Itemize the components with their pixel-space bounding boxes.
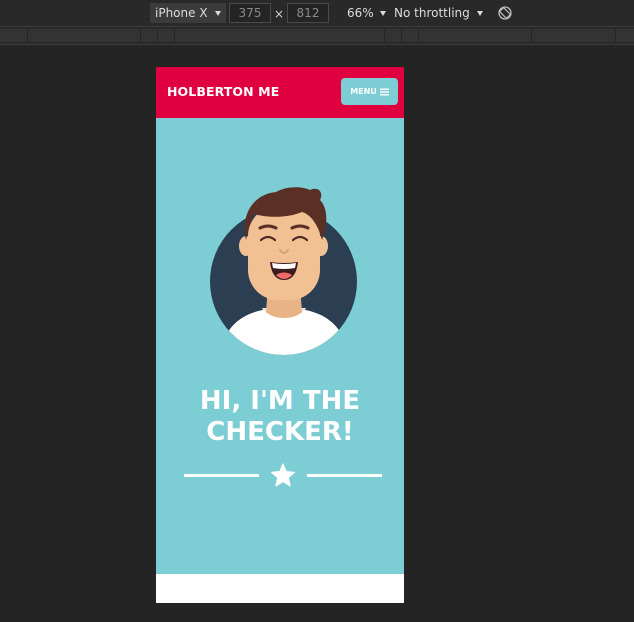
media-query-segment[interactable] [419,29,532,42]
width-input[interactable] [229,3,271,23]
avatar-illustration [210,187,357,355]
hero-section: HI, I'M THE CHECKER! [156,118,404,574]
hamburger-icon [379,88,389,95]
menu-label: MENU [350,87,377,96]
media-query-segment[interactable] [532,29,616,42]
site-navbar: HOLBERTON ME MENU [156,67,404,118]
caret-down-icon [476,10,483,16]
headline-line-2: CHECKER! [206,417,354,447]
hero-headline: HI, I'M THE CHECKER! [156,386,404,448]
star-icon [271,463,295,487]
media-query-segment[interactable] [141,29,158,42]
media-query-segment[interactable] [28,29,141,42]
zoom-value: 66% [347,6,374,20]
dimension-separator: × [274,7,285,21]
device-viewport: HOLBERTON ME MENU HI, I'M THE CHECKER! [156,67,404,603]
media-query-segment[interactable] [385,29,402,42]
zoom-selector[interactable]: 66% [347,3,386,23]
next-section [156,574,404,603]
headline-line-1: HI, I'M THE [199,386,361,416]
media-query-segment[interactable] [402,29,419,42]
throttling-selector[interactable]: No throttling [394,3,483,23]
star-divider [184,463,382,487]
throttling-value: No throttling [394,6,470,20]
rotate-icon[interactable] [497,5,513,21]
device-name: iPhone X [155,6,208,20]
media-query-segment[interactable] [175,29,385,42]
device-selector[interactable]: iPhone X [150,3,226,23]
divider-line-right [307,474,382,477]
height-input[interactable] [287,3,329,23]
menu-button[interactable]: MENU [341,78,398,105]
media-query-segment[interactable] [0,29,28,42]
caret-down-icon [214,10,221,16]
divider-line-left [184,474,259,477]
caret-down-icon [379,10,386,16]
media-query-segment[interactable] [616,29,634,42]
media-query-segment[interactable] [158,29,175,42]
site-brand[interactable]: HOLBERTON ME [167,84,279,99]
devtools-toolbar: iPhone X × 66% No throttling [0,0,634,27]
media-query-bar [0,27,634,45]
